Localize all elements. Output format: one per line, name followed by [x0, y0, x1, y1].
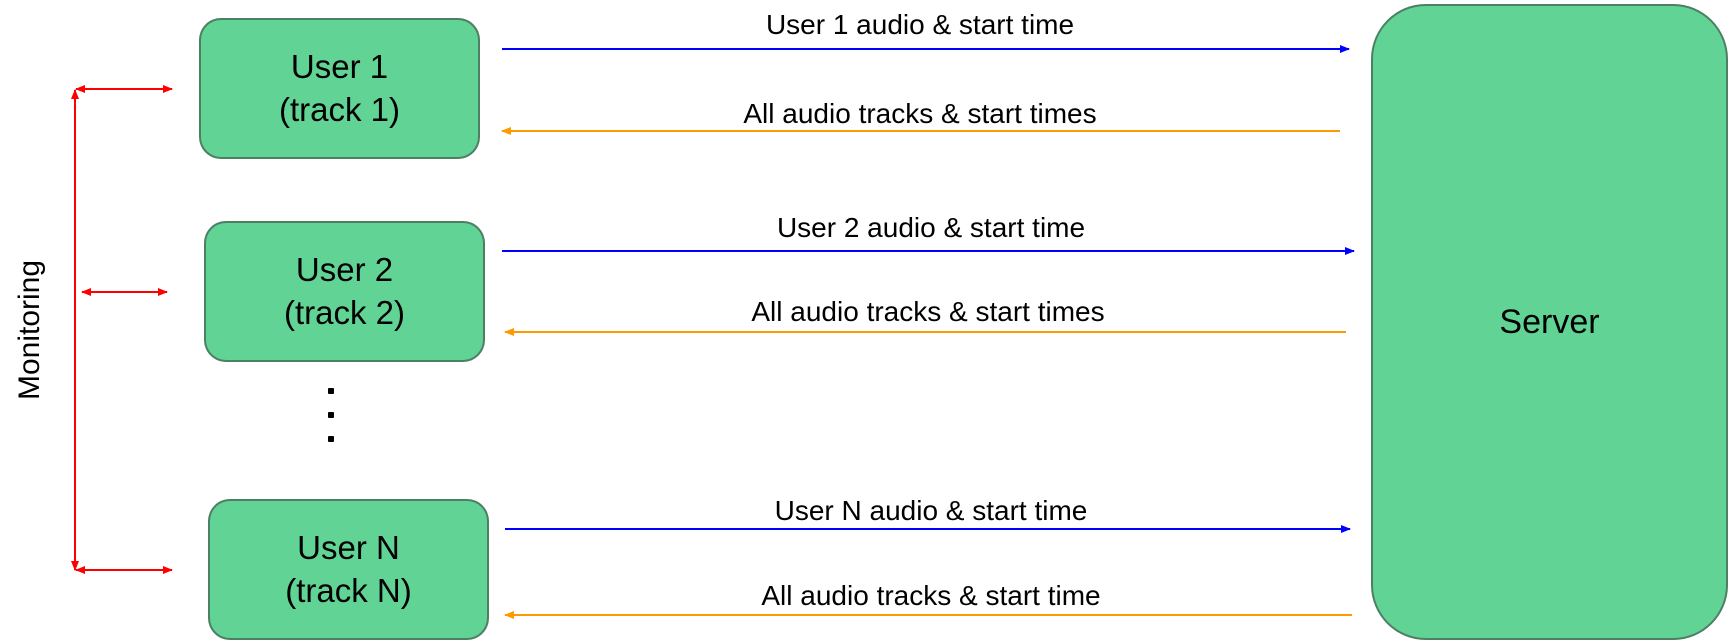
server-box: Server — [1371, 4, 1728, 640]
ellipsis-dot — [328, 388, 334, 394]
user-n-track: (track N) — [285, 571, 412, 609]
monitoring-label: Monitoring — [13, 259, 46, 401]
server-label: Server — [1499, 302, 1600, 341]
arrow-label-userN-upload: User N audio & start time — [774, 495, 1088, 526]
user-n-name: User N — [297, 528, 400, 566]
user-2-box: User 2 (track 2) — [204, 221, 485, 362]
user-1-box: User 1 (track 1) — [199, 18, 480, 159]
arrow-label-user2-upload: User 2 audio & start time — [776, 212, 1086, 243]
architecture-diagram: User 1 (track 1) User 2 (track 2) User N… — [0, 0, 1731, 640]
ellipsis-dot — [328, 436, 334, 442]
arrow-label-user2-download: All audio tracks & start times — [751, 296, 1105, 327]
arrow-label-user1-download: All audio tracks & start times — [743, 98, 1097, 129]
user-2-track: (track 2) — [283, 293, 405, 331]
ellipsis-dot — [328, 412, 334, 418]
user-1-track: (track 1) — [278, 90, 400, 128]
arrow-label-userN-download: All audio tracks & start time — [761, 580, 1101, 611]
user-n-box: User N (track N) — [208, 499, 489, 640]
user-1-name: User 1 — [290, 47, 389, 85]
arrow-label-user1-upload: User 1 audio & start time — [765, 9, 1075, 40]
ellipsis-dots — [328, 388, 338, 442]
user-2-name: User 2 — [295, 250, 394, 288]
